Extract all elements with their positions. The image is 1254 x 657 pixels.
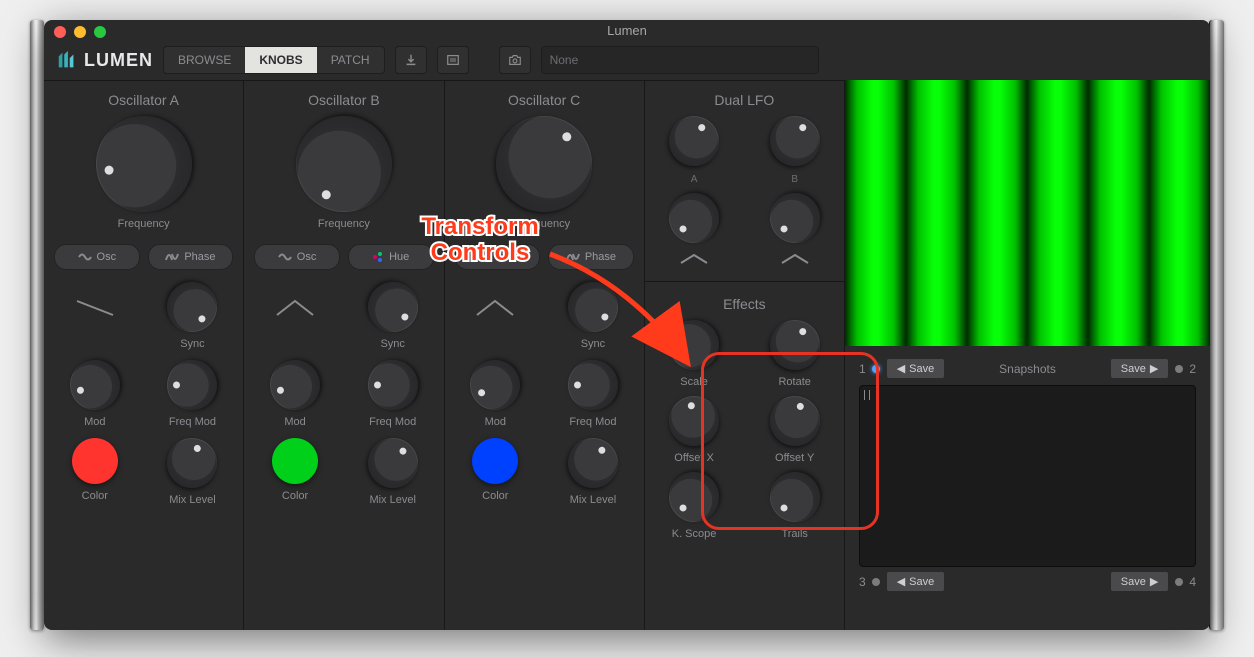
left-rack-pillar	[30, 20, 44, 630]
oscillator-b-panel: Oscillator B Frequency Osc Hue Sync Mod …	[244, 80, 444, 630]
minimize-icon[interactable]	[74, 26, 86, 38]
kscope-knob[interactable]	[659, 462, 730, 533]
lfo-effects-panel: Dual LFO A B Effects Scale	[645, 80, 844, 630]
snapshots-panel: 1 ◀ Save Snapshots Save ▶ 2	[845, 346, 1210, 630]
snapshot-3-save-button[interactable]: ◀ Save	[886, 571, 946, 592]
lfo-b-rate-knob[interactable]	[761, 107, 829, 175]
osc-a-frequency-knob[interactable]	[88, 108, 199, 219]
osc-a-shape[interactable]	[70, 282, 120, 332]
osc-c-shape[interactable]	[470, 282, 520, 332]
osc-c-title: Oscillator C	[455, 92, 634, 108]
dual-lfo-title: Dual LFO	[655, 92, 834, 108]
osc-c-sync-knob[interactable]	[558, 272, 628, 342]
offset-x-knob[interactable]	[665, 392, 723, 450]
snapshot-1-save-button[interactable]: ◀ Save	[886, 358, 946, 379]
lfo-b-shape[interactable]	[775, 251, 815, 267]
view-tabs: BROWSE KNOBS PATCH	[163, 46, 385, 74]
app-body: Oscillator A Frequency Osc Phase Sync Mo…	[44, 80, 1210, 630]
osc-c-mixlevel-knob[interactable]	[558, 428, 628, 498]
oscillator-c-panel: Oscillator C Frequency Osc Phase Sync Mo…	[445, 80, 645, 630]
osc-c-osc-pill[interactable]: Osc	[455, 244, 541, 270]
snapshot-4-save-button[interactable]: Save ▶	[1110, 571, 1170, 592]
camera-button[interactable]	[499, 46, 531, 74]
offset-y-knob[interactable]	[763, 389, 827, 453]
scale-knob[interactable]	[665, 316, 723, 374]
osc-b-frequency-knob[interactable]	[278, 98, 409, 229]
osc-b-osc-pill[interactable]: Osc	[254, 244, 340, 270]
trails-knob[interactable]	[759, 462, 830, 533]
osc-b-mixlevel-knob[interactable]	[357, 428, 427, 498]
snapshot-3-dot[interactable]	[872, 578, 880, 586]
close-icon[interactable]	[54, 26, 66, 38]
app-window: Lumen LUMEN BROWSE KNOBS PATCH	[44, 20, 1210, 630]
snapshot-1-number: 1	[859, 362, 866, 376]
osc-a-mod-knob[interactable]	[63, 353, 127, 417]
osc-b-title: Oscillator B	[254, 92, 433, 108]
osc-a-mixlevel-knob[interactable]	[160, 431, 224, 495]
osc-a-color[interactable]	[72, 438, 118, 484]
osc-c-phase-pill[interactable]: Phase	[548, 244, 634, 270]
stage: Lumen LUMEN BROWSE KNOBS PATCH	[0, 0, 1254, 657]
osc-a-osc-pill[interactable]: Osc	[54, 244, 140, 270]
osc-a-title: Oscillator A	[54, 92, 233, 108]
header: LUMEN BROWSE KNOBS PATCH None	[44, 40, 1210, 81]
rotate-knob[interactable]	[761, 311, 829, 379]
osc-a-freqmod-knob[interactable]	[167, 360, 217, 410]
osc-b-shape[interactable]	[270, 282, 320, 332]
osc-c-mod-knob[interactable]	[461, 351, 529, 419]
osc-a-sync-knob[interactable]	[157, 272, 227, 342]
snapshot-2-save-button[interactable]: Save ▶	[1110, 358, 1170, 379]
snapshots-title: Snapshots	[999, 362, 1056, 376]
window-controls	[54, 26, 106, 38]
tab-patch[interactable]: PATCH	[317, 47, 384, 73]
oscillator-a-panel: Oscillator A Frequency Osc Phase Sync Mo…	[44, 80, 244, 630]
download-button[interactable]	[395, 46, 427, 74]
preset-field[interactable]: None	[541, 46, 819, 74]
snapshot-2-dot[interactable]	[1175, 365, 1183, 373]
lfo-a-amt-knob[interactable]	[659, 183, 730, 254]
effects-title: Effects	[655, 296, 834, 312]
right-rack-pillar	[1209, 20, 1224, 630]
osc-c-freqmod-knob[interactable]	[568, 360, 618, 410]
lfo-a-shape[interactable]	[674, 251, 714, 267]
logo-icon	[56, 49, 78, 71]
snapshot-2-number: 2	[1189, 362, 1196, 376]
app-logo: LUMEN	[56, 49, 153, 71]
fullscreen-button[interactable]	[437, 46, 469, 74]
titlebar: Lumen	[44, 20, 1210, 40]
output-preview	[845, 80, 1210, 346]
window-title: Lumen	[607, 23, 647, 38]
effects-grid: Scale Rotate Offset X Offset Y K. Scope …	[655, 320, 834, 540]
osc-c-frequency-knob[interactable]	[477, 96, 612, 231]
osc-b-sync-knob[interactable]	[357, 272, 427, 342]
osc-b-color[interactable]	[272, 438, 318, 484]
osc-a-freq-label: Frequency	[54, 218, 233, 230]
snapshot-4-dot[interactable]	[1175, 578, 1183, 586]
preset-field-text: None	[550, 53, 579, 67]
osc-b-hue-pill[interactable]: Hue	[348, 244, 434, 270]
lfo-b-amt-knob[interactable]	[759, 183, 830, 254]
lfo-a-rate-knob[interactable]	[660, 107, 728, 175]
preview-bars	[845, 80, 1210, 346]
osc-b-mod-knob[interactable]	[263, 353, 327, 417]
zoom-icon[interactable]	[94, 26, 106, 38]
tab-browse[interactable]: BROWSE	[164, 47, 245, 73]
snapshot-1-dot[interactable]	[872, 365, 880, 373]
osc-a-phase-pill[interactable]: Phase	[148, 244, 234, 270]
snapshot-xy-pad[interactable]	[859, 385, 1196, 567]
right-panel: 1 ◀ Save Snapshots Save ▶ 2	[844, 80, 1210, 630]
snapshot-4-number: 4	[1189, 575, 1196, 589]
knob-panels: Oscillator A Frequency Osc Phase Sync Mo…	[44, 80, 844, 630]
osc-c-color[interactable]	[472, 438, 518, 484]
snapshot-3-number: 3	[859, 575, 866, 589]
tab-knobs[interactable]: KNOBS	[245, 47, 316, 73]
osc-b-freqmod-knob[interactable]	[368, 360, 418, 410]
app-name: LUMEN	[84, 50, 153, 71]
